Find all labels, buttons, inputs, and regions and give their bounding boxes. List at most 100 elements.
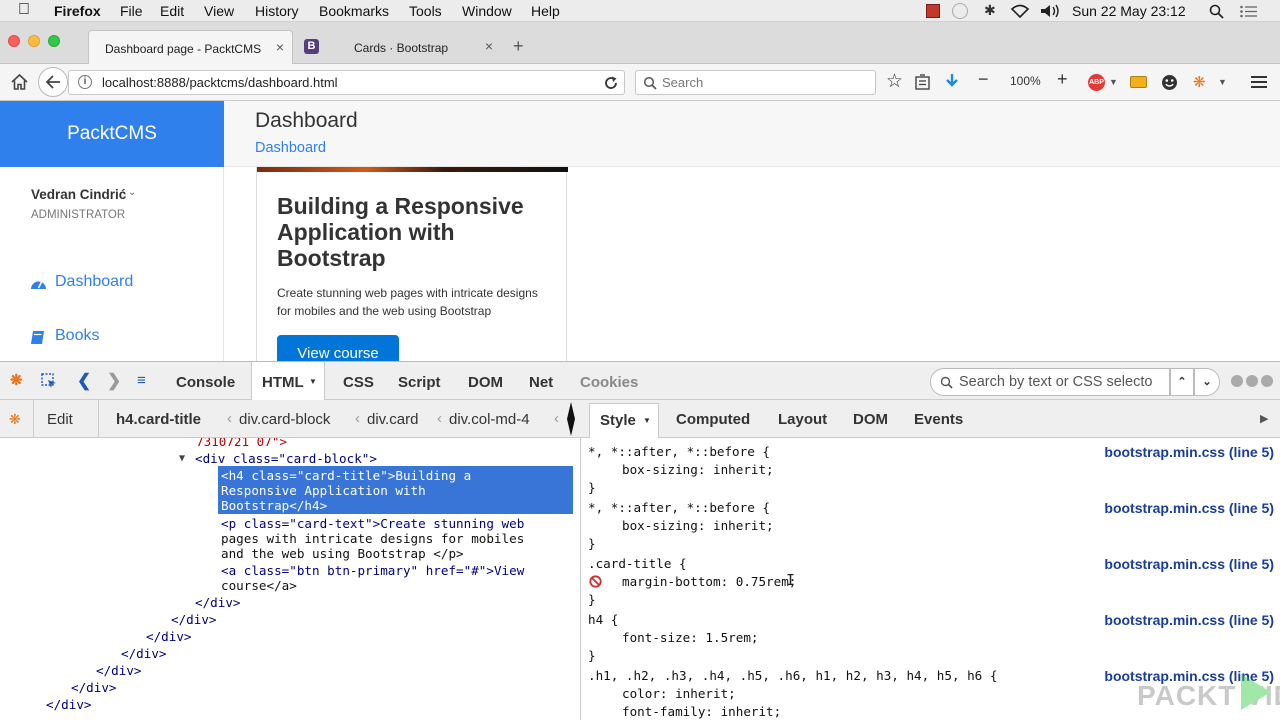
user-name[interactable]: Vedran Cindrić bbox=[31, 187, 126, 202]
reload-icon[interactable] bbox=[604, 76, 618, 90]
tab-html-dropdown-icon[interactable]: ▼ bbox=[309, 377, 317, 386]
css-selector[interactable]: .card-title { bbox=[588, 556, 687, 571]
bookmark-star-icon[interactable]: ☆ bbox=[886, 70, 903, 93]
breadcrumb[interactable]: Dashboard bbox=[255, 140, 326, 156]
breadcrumb-div-card-block[interactable]: div.card-block bbox=[239, 411, 330, 428]
menu-help[interactable]: Help bbox=[531, 3, 560, 19]
minimize-devtools-button[interactable] bbox=[1231, 375, 1243, 387]
menu-tools[interactable]: Tools bbox=[409, 3, 442, 19]
tab-script[interactable]: Script bbox=[398, 374, 441, 391]
html-line[interactable]: </div> bbox=[195, 595, 241, 610]
close-tab-icon[interactable]: × bbox=[485, 38, 493, 54]
side-tab-events[interactable]: Events bbox=[914, 411, 963, 428]
spotlight-icon[interactable] bbox=[1209, 4, 1224, 19]
notification-center-icon[interactable] bbox=[1240, 5, 1258, 18]
brand-logo[interactable]: PacktCMS bbox=[0, 101, 224, 167]
sidebar-item-dashboard[interactable]: Dashboard bbox=[30, 272, 210, 296]
css-declaration[interactable]: box-sizing: inherit; bbox=[622, 518, 774, 533]
forward-chevron-icon[interactable]: ❯ bbox=[107, 371, 121, 391]
minimize-window-button[interactable] bbox=[28, 35, 40, 47]
close-devtools-button[interactable] bbox=[1261, 375, 1273, 387]
selected-node-highlight[interactable]: <h4 class="card-title">Building a Respon… bbox=[218, 466, 573, 514]
html-line[interactable]: <div class="card-block"> bbox=[195, 451, 377, 466]
html-line[interactable]: <p class="card-text">Create stunning web bbox=[221, 516, 524, 531]
side-tab-computed[interactable]: Computed bbox=[676, 411, 750, 428]
inspect-element-icon[interactable] bbox=[41, 373, 57, 389]
menu-window[interactable]: Window bbox=[462, 3, 512, 19]
side-tab-dom[interactable]: DOM bbox=[853, 411, 888, 428]
css-selector[interactable]: *, *::after, *::before { bbox=[588, 500, 770, 515]
search-next-button[interactable]: ⌄ bbox=[1194, 368, 1220, 396]
recording-icon[interactable] bbox=[926, 4, 940, 18]
tab-dom[interactable]: DOM bbox=[468, 374, 503, 391]
html-line[interactable]: </div> bbox=[46, 697, 92, 712]
side-tab-layout[interactable]: Layout bbox=[778, 411, 827, 428]
tab-cards-bootstrap[interactable]: B Cards · Bootstrap × bbox=[296, 30, 501, 64]
firebug-icon[interactable]: ❋ bbox=[1193, 73, 1206, 91]
zoom-out-button[interactable]: − bbox=[978, 69, 989, 90]
url-text[interactable]: localhost:8888/packtcms/dashboard.html bbox=[102, 75, 338, 90]
tab-console[interactable]: Console bbox=[176, 374, 235, 391]
breadcrumb-div-card[interactable]: div.card bbox=[367, 411, 418, 428]
html-line[interactable]: </div> bbox=[71, 680, 117, 695]
firebug-dropdown-icon[interactable]: ▼ bbox=[1218, 77, 1227, 87]
html-line[interactable]: </div> bbox=[121, 646, 167, 661]
maximize-window-button[interactable] bbox=[48, 35, 60, 47]
css-declaration[interactable]: box-sizing: inherit; bbox=[622, 462, 774, 477]
zoom-in-button[interactable]: + bbox=[1057, 69, 1068, 90]
tab-dashboard[interactable]: Dashboard page - PacktCMS × bbox=[88, 30, 293, 64]
user-dropdown-chevron-icon[interactable]: ⌄ bbox=[128, 187, 136, 198]
css-source-link[interactable]: bootstrap.min.css (line 5) bbox=[1104, 444, 1274, 460]
command-line-icon[interactable]: ≡ bbox=[137, 372, 146, 389]
css-selector[interactable]: h4 { bbox=[588, 612, 618, 627]
home-icon[interactable] bbox=[11, 74, 28, 90]
css-source-link[interactable]: bootstrap.min.css (line 5) bbox=[1104, 556, 1274, 572]
bluetooth-icon[interactable]: ✱ bbox=[984, 2, 996, 19]
html-line[interactable]: 7310721 07"> bbox=[196, 438, 287, 449]
apple-icon[interactable]:  bbox=[18, 1, 30, 19]
tab-css[interactable]: CSS bbox=[343, 374, 374, 391]
firebug-menu-icon[interactable]: ❋ bbox=[10, 371, 23, 389]
url-bar[interactable]: i localhost:8888/packtcms/dashboard.html bbox=[68, 70, 625, 95]
menu-bookmarks[interactable]: Bookmarks bbox=[319, 3, 389, 19]
css-declaration[interactable]: font-size: 1.5rem; bbox=[622, 630, 758, 645]
menu-history[interactable]: History bbox=[255, 3, 299, 19]
html-line[interactable]: </div> bbox=[171, 612, 217, 627]
search-prev-button[interactable]: ⌃ bbox=[1170, 368, 1194, 396]
style-dropdown-icon[interactable]: ▼ bbox=[643, 416, 651, 425]
html-line[interactable]: </div> bbox=[96, 663, 142, 678]
sidebar-item-books[interactable]: Books bbox=[30, 326, 210, 350]
tab-html[interactable]: HTML ▼ bbox=[251, 362, 325, 401]
tab-cookies[interactable]: Cookies bbox=[580, 374, 638, 391]
new-tab-icon[interactable]: + bbox=[513, 36, 524, 57]
breadcrumb-div-col-md-4[interactable]: div.col-md-4 bbox=[449, 411, 530, 428]
html-line[interactable]: <a class="btn btn-primary" href="#">View bbox=[221, 563, 524, 578]
devtools-search-input[interactable]: Search by text or CSS selecto bbox=[930, 368, 1170, 396]
menu-app-firefox[interactable]: Firefox bbox=[54, 3, 101, 19]
css-declaration[interactable]: font-family: inherit; bbox=[622, 704, 781, 719]
wifi-icon[interactable] bbox=[1010, 4, 1030, 18]
breadcrumb-scroll-icon[interactable] bbox=[566, 402, 576, 436]
breadcrumb-h4-card-title[interactable]: h4.card-title bbox=[116, 411, 201, 428]
tab-net[interactable]: Net bbox=[529, 374, 553, 391]
css-declaration[interactable]: margin-bottom: 0.75rem; bbox=[622, 574, 796, 589]
css-selector[interactable]: .h1, .h2, .h3, .h4, .h5, .h6, h1, h2, h3… bbox=[588, 668, 997, 683]
close-tab-icon[interactable]: × bbox=[276, 39, 284, 55]
adblock-icon[interactable]: ABP bbox=[1088, 74, 1105, 91]
smiley-feedback-icon[interactable] bbox=[1161, 74, 1178, 91]
html-line[interactable]: </div> bbox=[146, 629, 192, 644]
hamburger-menu-icon[interactable] bbox=[1251, 75, 1267, 89]
volume-icon[interactable] bbox=[1040, 4, 1062, 18]
detach-devtools-button[interactable] bbox=[1246, 375, 1258, 387]
css-source-link[interactable]: bootstrap.min.css (line 5) bbox=[1104, 612, 1274, 628]
disable-property-icon[interactable] bbox=[589, 575, 602, 588]
menu-file[interactable]: File bbox=[120, 3, 143, 19]
edit-button[interactable]: Edit bbox=[47, 411, 73, 428]
info-icon[interactable]: i bbox=[78, 75, 92, 89]
back-chevron-icon[interactable]: ❮ bbox=[77, 371, 91, 391]
adblock-dropdown-icon[interactable]: ▼ bbox=[1109, 77, 1118, 87]
zoom-level[interactable]: 100% bbox=[1010, 74, 1041, 88]
css-source-link[interactable]: bootstrap.min.css (line 5) bbox=[1104, 500, 1274, 516]
extension-icon[interactable] bbox=[1130, 76, 1147, 88]
clock[interactable]: Sun 22 May 23:12 bbox=[1072, 3, 1186, 19]
